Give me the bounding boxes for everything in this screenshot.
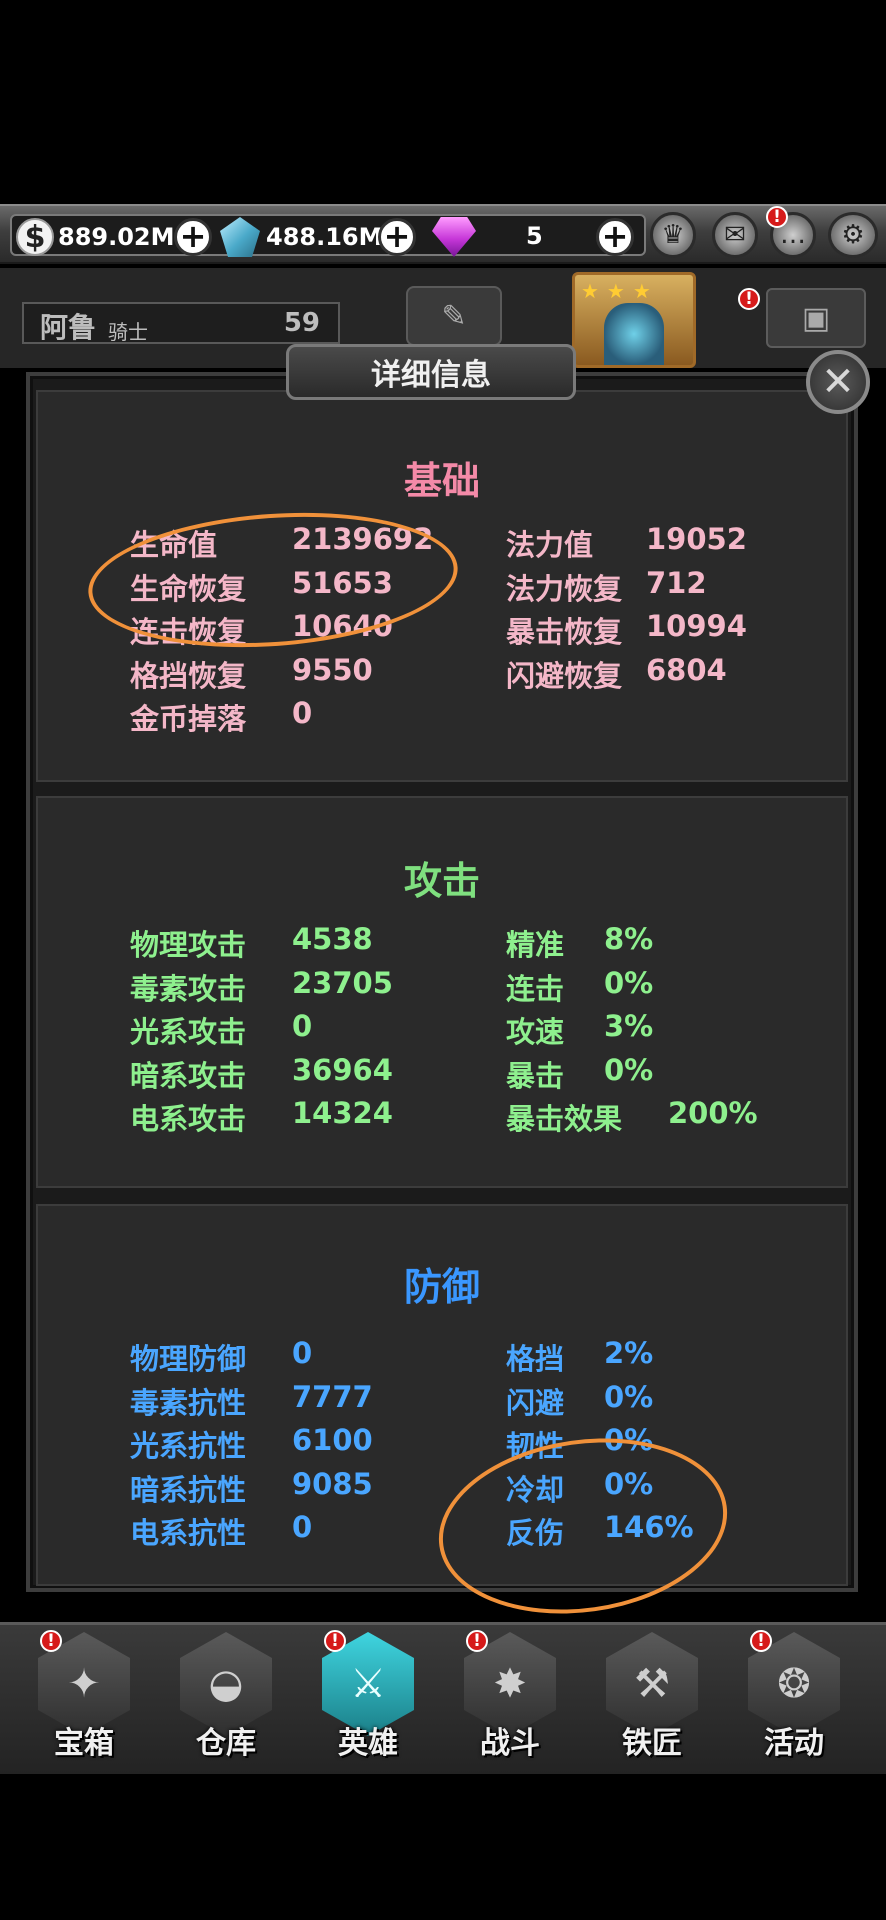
hero-figure — [604, 303, 664, 365]
stat-label: 闪避恢复 — [506, 658, 623, 693]
stat-label: 光系抗性 — [130, 1429, 247, 1463]
stat-value: 19052 — [646, 522, 747, 556]
stat-label: 电系抗性 — [130, 1516, 247, 1550]
nav-item-5[interactable]: ❂ 活动! — [734, 1630, 854, 1768]
nav-alert-badge: ! — [466, 1630, 488, 1652]
stat-value: 0 — [292, 1009, 313, 1043]
stat-value: 4538 — [292, 922, 373, 956]
chest-icon[interactable]: ▣ — [766, 288, 866, 348]
coins-value: 889.02M — [58, 223, 175, 251]
crystals-value: 488.16M — [266, 223, 383, 251]
section-title-defense: 防御 — [403, 1265, 480, 1309]
stat-value: 36964 — [292, 1052, 393, 1087]
stat-value: 23705 — [292, 965, 393, 1000]
mail-icon[interactable]: ✉ — [712, 212, 758, 258]
gem-icon — [432, 217, 476, 257]
nav-item-0[interactable]: ✦ 宝箱! — [24, 1630, 144, 1768]
stat-value: 14324 — [292, 1096, 393, 1130]
nav-item-4[interactable]: ⚒ 铁匠 — [592, 1632, 712, 1768]
stat-label: 连击 — [506, 971, 565, 1006]
stat-value: 10994 — [646, 609, 747, 643]
stat-label: 格挡 — [506, 1342, 565, 1376]
stat-label: 毒素抗性 — [130, 1385, 247, 1420]
stat-value: 0 — [292, 1510, 313, 1544]
stat-value: 0% — [604, 1052, 654, 1087]
stat-label: 物理攻击 — [130, 928, 247, 962]
stat-value: 0% — [604, 965, 654, 1000]
nav-alert-badge: ! — [324, 1630, 346, 1652]
nav-item-2[interactable]: ⚔ 英雄! — [308, 1630, 428, 1768]
scroll-icon[interactable]: ✎ — [406, 286, 502, 346]
hero-level: 59 — [283, 308, 320, 338]
add-coins-button[interactable]: + — [174, 218, 212, 256]
gems-value: 5 — [526, 222, 543, 250]
stat-value: 7777 — [292, 1379, 373, 1414]
chat-alert-badge: ! — [766, 206, 788, 228]
stat-value: 6100 — [292, 1423, 373, 1457]
stat-value: 9085 — [292, 1466, 373, 1501]
nav-label: 战斗 — [480, 1726, 540, 1761]
stat-label: 暴击效果 — [506, 1102, 623, 1136]
stat-label: 暗系抗性 — [130, 1472, 247, 1507]
trophy-icon[interactable]: ♛ — [650, 212, 696, 258]
stat-value: 2% — [604, 1336, 654, 1370]
stat-label: 攻速 — [506, 1015, 565, 1049]
crystals-display: 488.16M — [220, 216, 383, 258]
resource-bar: $ 889.02M + 488.16M + 5 + ♛ ✉ … ! ⚙ — [0, 204, 886, 264]
add-gems-button[interactable]: + — [596, 218, 634, 256]
stat-label: 物理防御 — [130, 1342, 247, 1376]
nav-item-1[interactable]: ◒ 仓库 — [166, 1632, 286, 1768]
section-attack: 攻击 物理攻击 4538 毒素攻击 23705 光系攻击 0 暗系攻击 36964 电系攻击 14… — [36, 796, 848, 1188]
stat-label: 暴击 — [506, 1058, 565, 1093]
nav-label: 活动 — [764, 1726, 824, 1761]
stat-label: 法力值 — [506, 528, 594, 562]
stat-value: 9550 — [292, 652, 373, 687]
gems-display — [432, 216, 482, 258]
stat-label: 闪避 — [506, 1385, 565, 1420]
hero-name-plate: 阿鲁 骑士 59 — [22, 302, 340, 344]
add-crystals-button[interactable]: + — [378, 218, 416, 256]
chest-alert-badge: ! — [738, 288, 760, 310]
coins-display: $ 889.02M — [16, 216, 175, 258]
stat-value: 0 — [292, 1336, 313, 1370]
stat-value: 6804 — [646, 652, 727, 687]
gear-icon[interactable]: ⚙ — [828, 212, 878, 258]
nav-item-3[interactable]: ✸ 战斗! — [450, 1630, 570, 1768]
stat-label: 法力恢复 — [506, 571, 623, 606]
nav-label: 铁匠 — [622, 1726, 682, 1761]
coin-icon: $ — [16, 218, 54, 256]
nav-alert-badge: ! — [40, 1630, 62, 1652]
stat-label: 电系攻击 — [130, 1102, 247, 1136]
stat-label: 金币掉落 — [130, 702, 247, 736]
stat-label: 精准 — [506, 928, 565, 962]
stat-value: 3% — [604, 1009, 654, 1043]
nav-alert-badge: ! — [750, 1630, 772, 1652]
stat-label: 格挡恢复 — [130, 658, 247, 693]
stat-label: 光系攻击 — [130, 1015, 247, 1049]
close-button[interactable]: ✕ — [806, 350, 870, 414]
stat-value: 200% — [668, 1096, 758, 1130]
panel-title: 详细信息 — [286, 344, 576, 400]
section-title-basic: 基础 — [403, 459, 480, 503]
section-title-attack: 攻击 — [403, 859, 480, 903]
nav-label: 英雄 — [338, 1726, 398, 1761]
nav-label: 仓库 — [196, 1726, 256, 1761]
star-rating-icon: ★★★ — [581, 279, 659, 303]
stat-value: 712 — [646, 565, 707, 600]
hero-name: 阿鲁 — [40, 311, 97, 344]
nav-label: 宝箱 — [54, 1726, 114, 1761]
stat-label: 暗系攻击 — [130, 1058, 247, 1093]
hero-portrait[interactable]: ★★★ — [572, 272, 696, 368]
stat-label: 暴击恢复 — [506, 615, 623, 649]
stat-value: 0% — [604, 1379, 654, 1414]
stat-label: 毒素攻击 — [130, 971, 247, 1006]
currency-strip: $ 889.02M + 488.16M + 5 + — [10, 214, 646, 258]
stat-value: 0 — [292, 696, 313, 730]
stat-value: 8% — [604, 922, 654, 956]
hero-class: 骑士 — [108, 320, 148, 344]
crystal-icon — [220, 217, 260, 257]
